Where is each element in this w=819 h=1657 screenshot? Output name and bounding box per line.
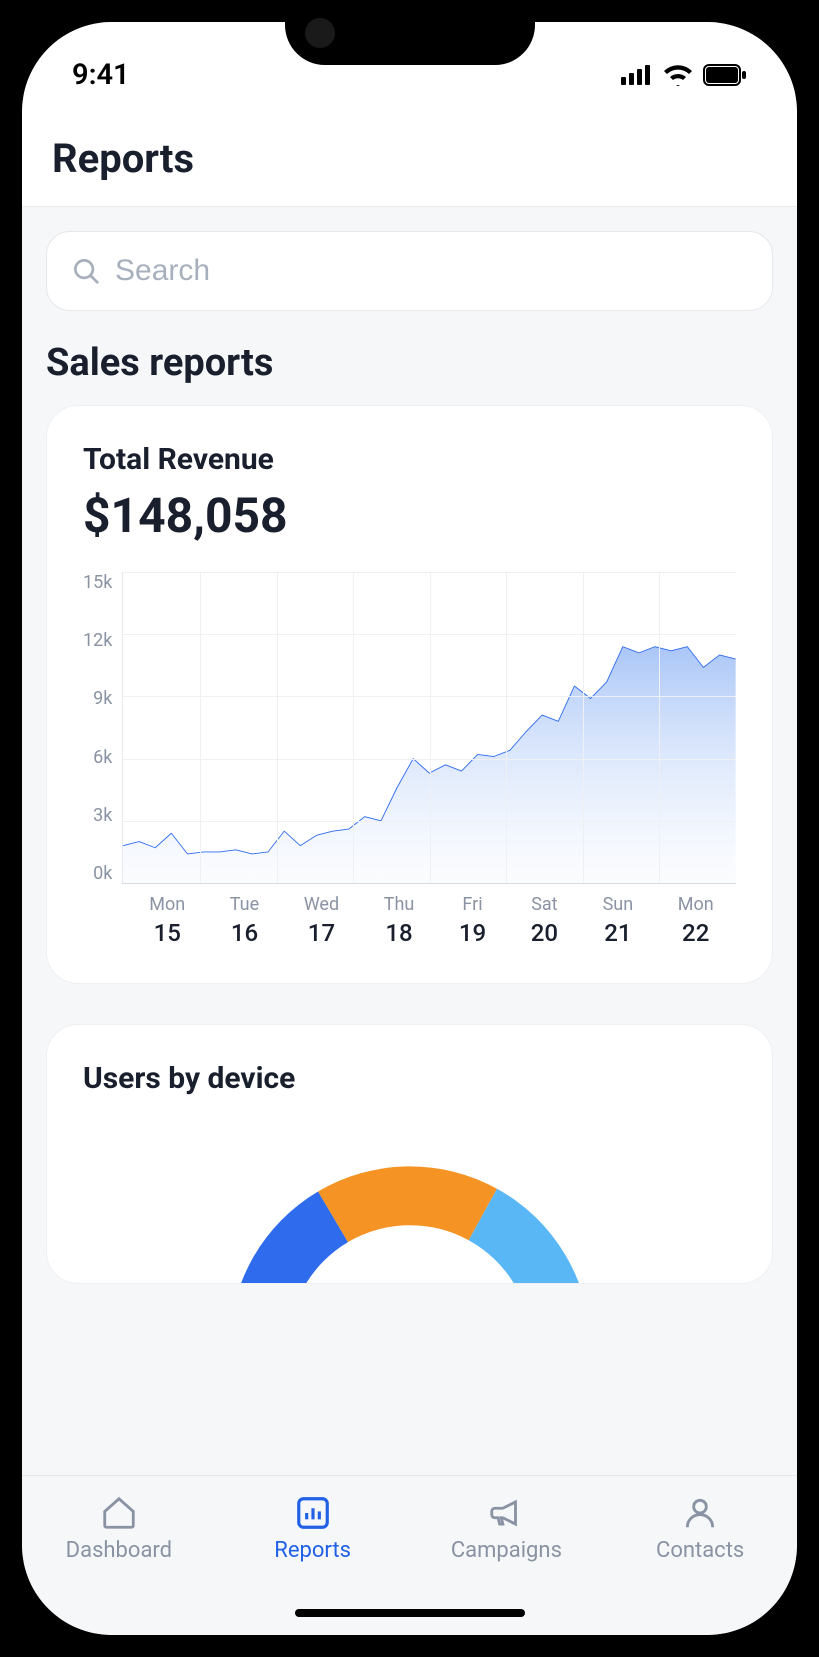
wifi-icon: [663, 64, 693, 86]
y-tick: 15k: [83, 572, 112, 593]
tab-label: Contacts: [656, 1538, 744, 1563]
tab-label: Dashboard: [66, 1538, 172, 1563]
home-icon: [100, 1494, 138, 1532]
devices-card: Users by device: [46, 1024, 773, 1284]
revenue-card: Total Revenue $148,058 15k 12k 9k 6k 3k 0k: [46, 405, 773, 984]
devices-card-title: Users by device: [83, 1061, 736, 1096]
revenue-chart-y-axis: 15k 12k 9k 6k 3k 0k: [83, 572, 122, 884]
tab-label: Campaigns: [451, 1538, 562, 1563]
x-tick: Mon22: [678, 894, 714, 947]
y-tick: 3k: [93, 805, 112, 826]
tab-dashboard[interactable]: Dashboard: [39, 1494, 199, 1563]
x-tick: Sat20: [531, 894, 558, 947]
status-right: [621, 64, 747, 86]
battery-icon: [703, 64, 747, 86]
x-tick: Sun21: [603, 894, 634, 947]
content: Sales reports Total Revenue $148,058 15k…: [22, 207, 797, 1475]
revenue-chart: 15k 12k 9k 6k 3k 0k: [83, 572, 736, 884]
phone-frame: 9:41 Reports Sales reports Total Revenue…: [0, 0, 819, 1657]
megaphone-icon: [487, 1494, 525, 1532]
search-box[interactable]: [46, 231, 773, 311]
page-header: Reports: [22, 117, 797, 207]
x-tick: Wed17: [304, 894, 339, 947]
page-title: Reports: [52, 135, 767, 182]
device-notch: [285, 0, 535, 65]
section-title: Sales reports: [46, 341, 773, 385]
devices-donut-svg: [200, 1116, 620, 1284]
person-icon: [681, 1494, 719, 1532]
cellular-icon: [621, 65, 653, 85]
revenue-value: $148,058: [83, 487, 736, 544]
revenue-chart-x-axis: Mon15 Tue16 Wed17 Thu18 Fri19 Sat20 Sun21 Mon22: [83, 894, 736, 947]
tab-contacts[interactable]: Contacts: [620, 1494, 780, 1563]
tab-campaigns[interactable]: Campaigns: [426, 1494, 586, 1563]
donut-segment: [318, 1166, 497, 1242]
revenue-chart-plot: [122, 572, 736, 884]
screen: 9:41 Reports Sales reports Total Revenue…: [22, 22, 797, 1635]
revenue-card-title: Total Revenue: [83, 442, 736, 477]
y-tick: 6k: [93, 747, 112, 768]
x-tick: Fri19: [459, 894, 486, 947]
home-indicator[interactable]: [295, 1609, 525, 1617]
x-tick: Tue16: [230, 894, 259, 947]
tab-reports[interactable]: Reports: [233, 1494, 393, 1563]
bar-chart-icon: [294, 1494, 332, 1532]
y-tick: 0k: [93, 863, 112, 884]
y-tick: 9k: [93, 688, 112, 709]
status-time: 9:41: [72, 58, 130, 92]
search-input[interactable]: [115, 254, 748, 288]
tab-label: Reports: [274, 1538, 351, 1563]
y-tick: 12k: [83, 630, 112, 651]
x-tick: Thu18: [384, 894, 415, 947]
search-icon: [71, 256, 101, 286]
x-tick: Mon15: [149, 894, 185, 947]
devices-donut: [83, 1116, 736, 1284]
